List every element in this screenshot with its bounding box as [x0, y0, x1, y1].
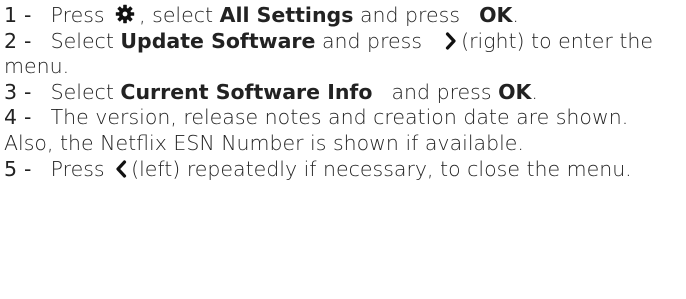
step-text: Select — [50, 28, 114, 53]
step-text: Select — [50, 79, 114, 104]
bold-term: All Settings — [219, 3, 354, 27]
gear-icon — [115, 4, 135, 24]
bold-term: OK — [498, 79, 532, 104]
step-number: 1 - — [4, 3, 32, 27]
instruction-document: 1 - Press , select All Settings and pres… — [0, 0, 686, 299]
bold-term: Update Software — [120, 28, 316, 53]
step-text: and press — [321, 28, 423, 53]
step-text: . — [512, 3, 519, 27]
step-number: 2 - — [4, 28, 32, 53]
step-text: , select — [139, 3, 214, 27]
step-number: 3 - — [4, 79, 32, 104]
chevron-left-icon — [115, 159, 127, 178]
chevron-right-icon — [445, 31, 457, 50]
step-text: . — [531, 79, 538, 104]
bold-term: OK — [479, 3, 513, 27]
step-text: Press — [50, 3, 105, 27]
step-number: 5 - — [4, 156, 32, 181]
step-2: 2 - Select Update Software and press (ri… — [4, 29, 682, 80]
step-3: 3 - Select Current Software Info and pre… — [4, 80, 682, 106]
step-text: Press — [50, 156, 105, 181]
step-text: (left) repeatedly if necessary, to close… — [131, 156, 632, 181]
step-4: 4 - The version, release notes and creat… — [4, 105, 682, 156]
step-text: and press — [391, 79, 492, 104]
step-text: and press — [359, 3, 461, 27]
step-text: The version, release notes and creation … — [4, 105, 629, 155]
step-1: 1 - Press , select All Settings and pres… — [4, 3, 682, 29]
step-5: 5 - Press (left) repeatedly if necessary… — [4, 157, 682, 183]
step-number: 4 - — [4, 105, 32, 130]
bold-term: Current Software Info — [120, 79, 373, 104]
